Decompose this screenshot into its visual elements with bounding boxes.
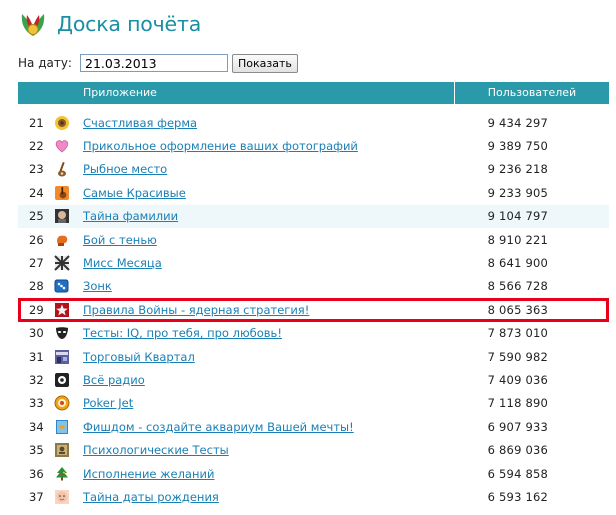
row-user-count: 8 566 728 [487,279,548,294]
table-row: 23 Рыбное место 9 236 218 [18,158,609,181]
row-user-count: 9 233 905 [487,185,548,200]
table-row: 33 Poker Jet 7 118 890 [18,392,609,415]
heart-icon [55,140,69,153]
page-header: Доска почёта [18,8,201,40]
row-rank: 27 [29,256,44,271]
table-row: 29 Правила Войны - ядерная стратегия! 8 06… [18,298,609,322]
guitar-icon [55,185,69,200]
table-row: 37 Тайна даты рождения 6 593 162 [18,485,609,508]
row-user-count: 9 104 797 [487,209,548,224]
date-filter: На дату: Показать [18,52,298,74]
row-user-count: 7 118 890 [487,396,548,411]
table-row: 30 Тесты: IQ, про тебя, про любовь! 7 873 … [18,322,609,345]
table-row: 27 Мисс Месяца 8 641 900 [18,251,609,274]
table-row: 25 Тайна фамилии 9 104 797 [18,204,609,228]
row-user-count: 6 593 162 [487,489,548,504]
row-rank: 21 [29,115,44,130]
christmas-tree-icon [56,466,68,481]
row-user-count: 7 590 982 [487,349,548,364]
app-link[interactable]: Исполнение желаний [83,467,455,481]
table-row: 34 Фишдом - создайте аквариум Вашей мечты… [18,415,609,438]
app-link[interactable]: Торговый Квартал [83,350,455,364]
table-row: 35 Психологические Тесты 6 869 036 [18,438,609,461]
row-rank: 32 [29,372,44,387]
date-label: На дату: [18,56,72,70]
poker-chip-icon [54,395,70,411]
app-link[interactable]: Тесты: IQ, про тебя, про любовь! [83,326,455,340]
table-row: 22 Прикольное оформление ваших фотографий… [18,134,609,157]
row-user-count: 6 594 858 [487,466,548,481]
boxing-glove-icon [57,235,68,246]
row-rank: 26 [29,232,44,247]
app-link[interactable]: Прикольное оформление ваших фотографий [83,139,455,153]
app-ranking-list: 21 Счастливая ферма 9 434 297 22 Прикольное … [18,111,609,509]
row-rank: 35 [29,443,44,458]
app-link[interactable]: Тайна даты рождения [83,490,455,504]
row-rank: 31 [29,349,44,364]
app-link[interactable]: Фишдом - создайте аквариум Вашей мечты! [83,420,455,434]
aquarium-icon [56,419,68,434]
table-row: 24 Самые Красивые 9 233 905 [18,181,609,204]
row-user-count: 8 065 363 [487,302,548,317]
row-rank: 24 [29,185,44,200]
row-user-count: 9 434 297 [487,115,548,130]
app-link[interactable]: Правила Войны - ядерная стратегия! [83,303,455,317]
row-rank: 23 [29,162,44,177]
date-input[interactable] [80,54,228,72]
table-row: 26 Бой с тенью 8 910 221 [18,228,609,251]
row-rank: 37 [29,489,44,504]
row-user-count: 9 389 750 [487,139,548,154]
app-link[interactable]: Зонк [83,279,455,293]
row-rank: 28 [29,279,44,294]
fishing-rod-icon [58,162,66,177]
table-row: 32 Всё радио 7 409 036 [18,368,609,391]
app-link[interactable]: Poker Jet [83,396,455,410]
column-header-users: Пользователей [487,86,577,99]
honor-board-logo-icon [21,14,45,36]
row-rank: 36 [29,466,44,481]
row-user-count: 6 907 933 [487,419,548,434]
row-rank: 29 [29,302,44,317]
row-user-count: 9 236 218 [487,162,548,177]
app-link[interactable]: Самые Красивые [83,186,455,200]
table-row: 28 Зонк 8 566 728 [18,275,609,298]
row-rank: 34 [29,419,44,434]
sunflower-icon [55,115,69,130]
app-link[interactable]: Рыбное место [83,162,455,176]
column-header-app: Приложение [18,82,455,104]
table-row: 36 Исполнение желаний 6 594 858 [18,462,609,485]
dice-icon [54,279,69,293]
app-link[interactable]: Бой с тенью [83,233,455,247]
app-link[interactable]: Мисс Месяца [83,256,455,270]
app-link[interactable]: Всё радио [83,373,455,387]
row-rank: 22 [29,139,44,154]
radio-icon [55,372,69,387]
row-user-count: 7 873 010 [487,326,548,341]
row-user-count: 8 641 900 [487,256,548,271]
page-title: Доска почёта [57,12,202,36]
storefront-icon [55,349,69,364]
show-button[interactable]: Показать [232,53,298,73]
psychology-icon [55,443,69,458]
red-star-icon [55,302,69,317]
baby-face-icon [55,489,69,504]
app-link[interactable]: Психологические Тесты [83,443,455,457]
row-rank: 30 [29,326,44,341]
row-rank: 33 [29,396,44,411]
row-user-count: 7 409 036 [487,372,548,387]
table-header: Приложение Пользователей [18,82,609,104]
mask-icon [55,326,69,341]
app-link[interactable]: Тайна фамилии [83,209,455,223]
app-link[interactable]: Счастливая ферма [83,116,455,130]
row-user-count: 8 910 221 [487,232,548,247]
face-icon [55,209,69,224]
row-user-count: 6 869 036 [487,443,548,458]
table-row: 31 Торговый Квартал 7 590 982 [18,345,609,368]
row-rank: 25 [29,209,44,224]
table-row: 21 Счастливая ферма 9 434 297 [18,111,609,134]
grid-pattern-icon [54,255,70,271]
